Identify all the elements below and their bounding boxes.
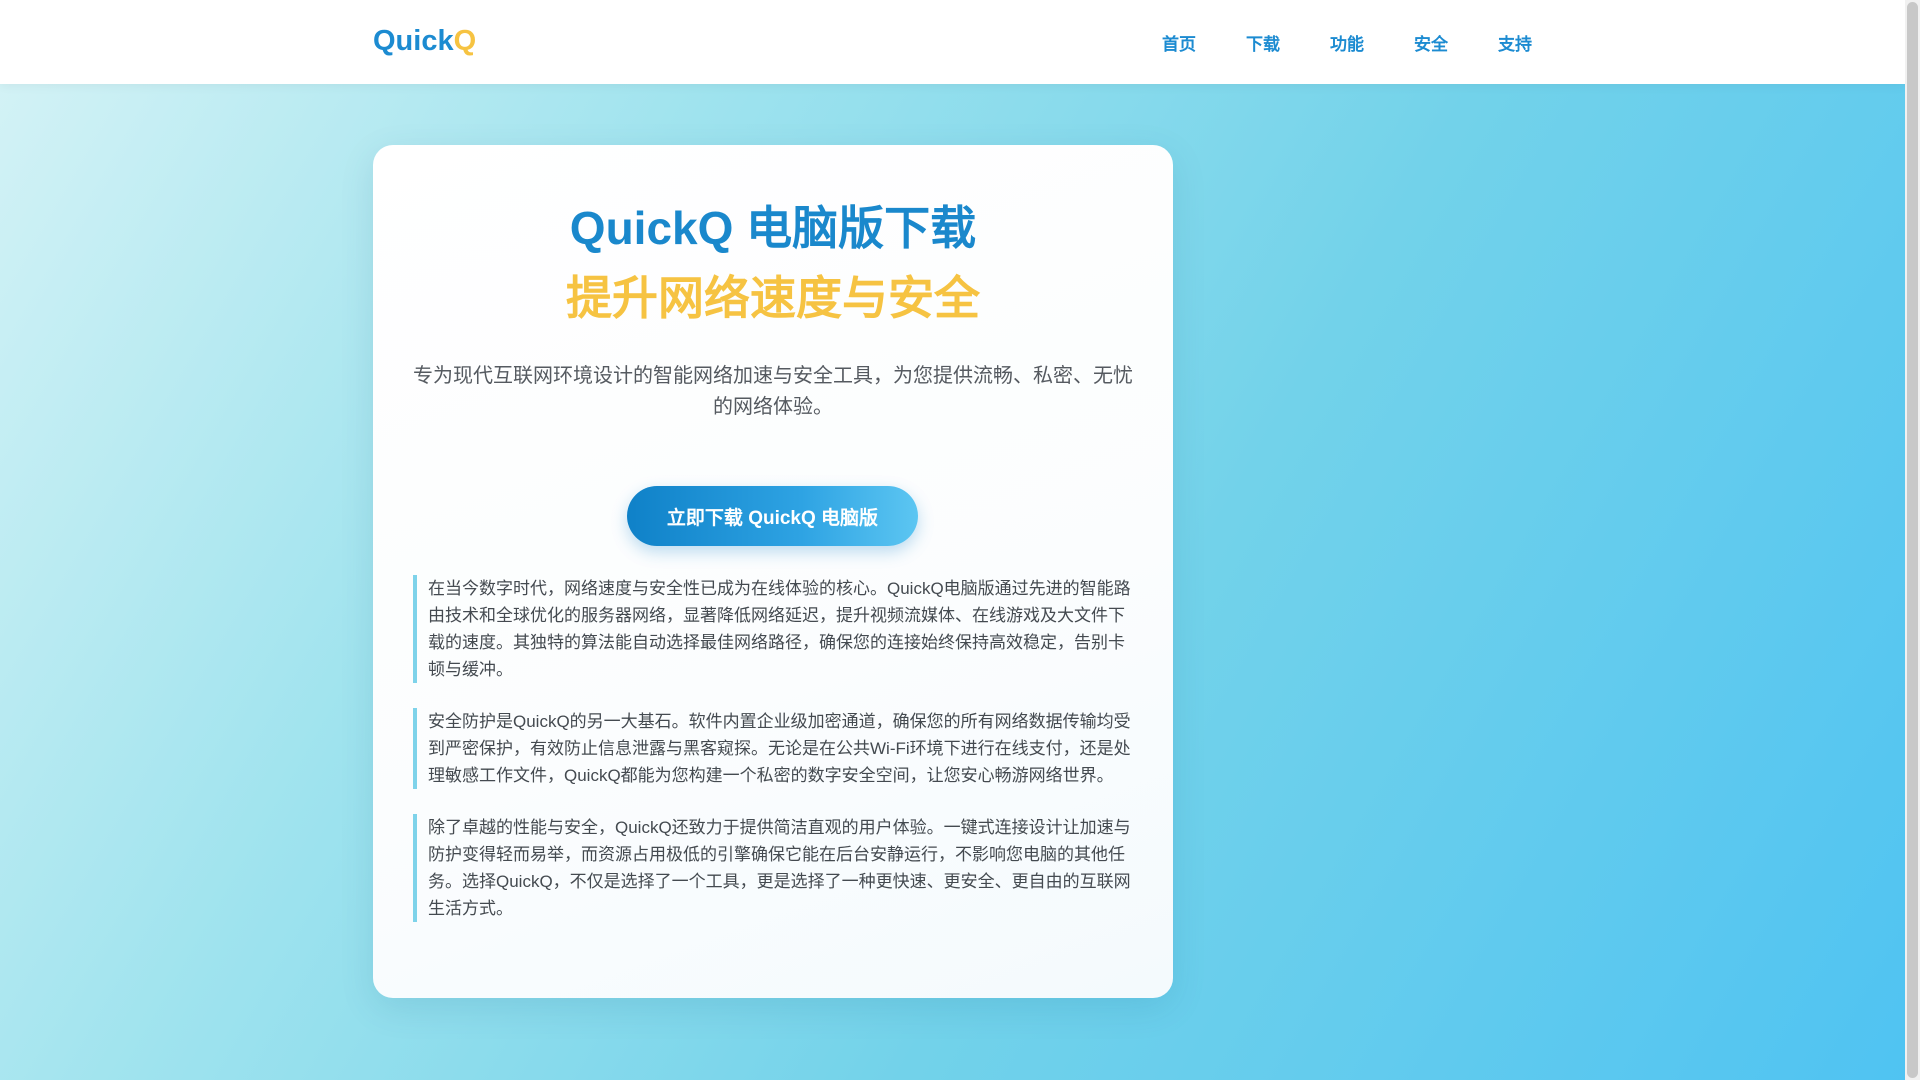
nav-item-download[interactable]: 下载 (1246, 30, 1280, 55)
nav-item-home[interactable]: 首页 (1162, 30, 1196, 55)
logo-text: Quick (373, 25, 454, 57)
hero-description: 专为现代互联网环境设计的智能网络加速与安全工具，为您提供流畅、私密、无忧的网络体… (413, 365, 1133, 418)
main-nav: 首页 下载 功能 安全 支持 (1162, 30, 1532, 55)
logo-accent: Q (453, 25, 477, 57)
page-subtitle: 提升网络速度与安全 (566, 272, 980, 324)
page-title: QuickQ 电脑版下载 (569, 202, 977, 254)
nav-item-support[interactable]: 支持 (1498, 30, 1532, 55)
page-scrollbar[interactable] (1905, 0, 1920, 1080)
site-header: QuickQ 首页 下载 功能 安全 支持 (0, 0, 1905, 84)
nav-item-features[interactable]: 功能 (1330, 30, 1364, 55)
intro-paragraph-security: 安全防护是QuickQ的另一大基石。软件内置企业级加密通道，确保您的所有网络数据… (413, 708, 1133, 789)
site-logo[interactable]: QuickQ (373, 25, 476, 58)
scrollbar-thumb[interactable] (1907, 2, 1918, 1078)
nav-item-security[interactable]: 安全 (1414, 30, 1448, 55)
hero-card: QuickQ 电脑版下载 提升网络速度与安全 专为现代互联网环境设计的智能网络加… (373, 145, 1173, 998)
download-button[interactable]: 立即下载 QuickQ 电脑版 (627, 486, 918, 546)
intro-paragraph-experience: 除了卓越的性能与安全，QuickQ还致力于提供简洁直观的用户体验。一键式连接设计… (413, 814, 1133, 922)
intro-paragraph-speed: 在当今数字时代，网络速度与安全性已成为在线体验的核心。QuickQ电脑版通过先进… (413, 575, 1133, 683)
